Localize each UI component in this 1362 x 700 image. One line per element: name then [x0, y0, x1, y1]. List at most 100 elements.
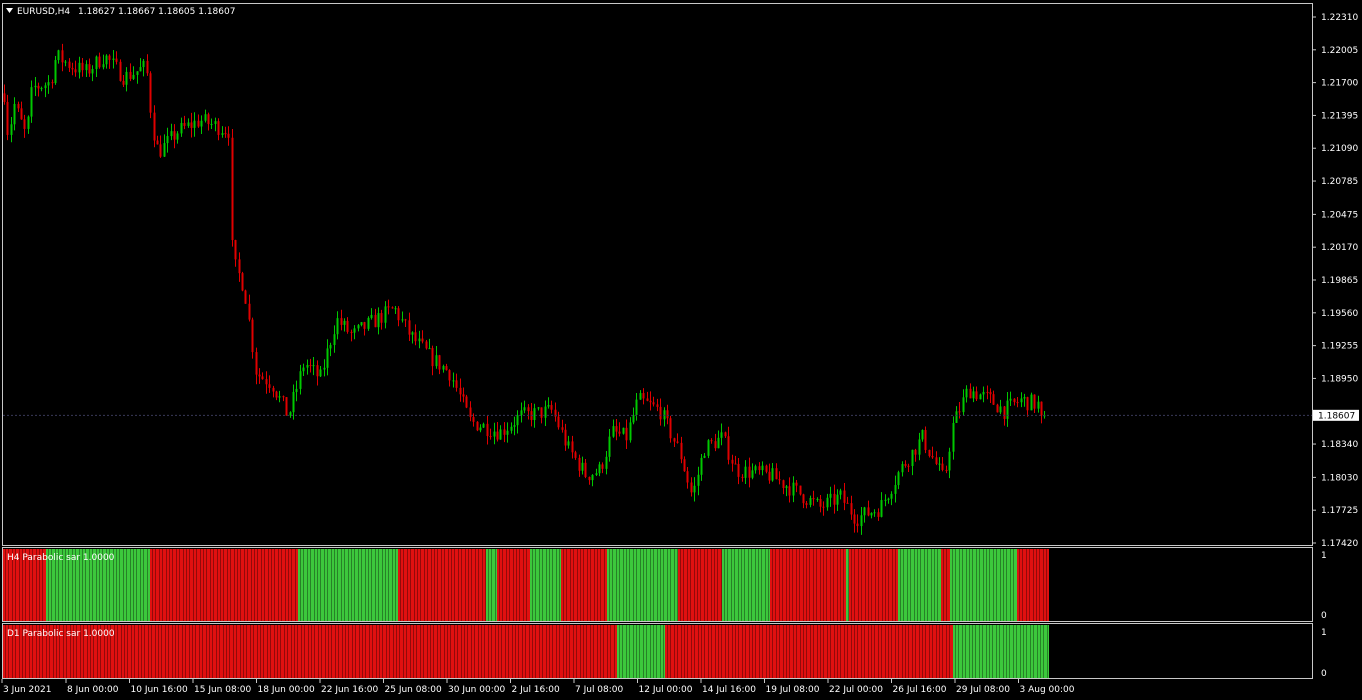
candle-body [380, 313, 383, 323]
candle-body [122, 80, 125, 85]
candle-body [326, 348, 329, 368]
candle-body [299, 371, 302, 389]
candle-body [737, 463, 740, 477]
candle-body [91, 69, 94, 74]
candle-body [904, 464, 907, 466]
candle-body [544, 406, 547, 418]
candle-body [605, 456, 608, 469]
candle-body [941, 463, 944, 470]
price-tick-label: 1.18950 [1321, 374, 1358, 384]
candle-body [166, 136, 169, 144]
candle-body [418, 338, 421, 342]
candle-body [578, 457, 581, 471]
candle-body [731, 459, 734, 464]
candle-body [625, 427, 628, 441]
candle-body [27, 116, 30, 129]
candle-body [57, 50, 60, 61]
candle-body [727, 436, 730, 460]
candle-body [561, 427, 564, 430]
time-tick-label: 12 Jul 00:00 [639, 685, 693, 695]
candle-body [261, 376, 264, 380]
time-tick-label: 22 Jun 16:00 [321, 685, 378, 695]
candle-body [132, 74, 135, 79]
chart-window[interactable]: EURUSD,H4 1.18627 1.18667 1.18605 1.1860… [0, 0, 1362, 700]
candle-body [397, 308, 400, 321]
candle-body [816, 498, 819, 500]
candle-body [635, 399, 638, 416]
candle-body [13, 103, 16, 125]
candle-body [88, 64, 91, 74]
candle-body [489, 436, 492, 438]
candle-body [659, 406, 662, 420]
candle-body [1020, 398, 1023, 403]
candle-body [523, 407, 526, 411]
candle-body [343, 320, 346, 325]
candle-body [979, 394, 982, 400]
candle-body [139, 67, 142, 72]
candle-body [78, 62, 81, 73]
candle-body [758, 466, 761, 471]
candle-body [448, 370, 451, 381]
candle-body [673, 438, 676, 442]
candle-body [853, 514, 856, 524]
candle-body [411, 332, 414, 335]
candle-body [255, 352, 258, 375]
candle-body [207, 114, 210, 125]
d1-sar-title: D1 Parabolic sar 1.0000 [7, 629, 115, 639]
candle-body [992, 394, 995, 405]
candle-body [608, 436, 611, 457]
candle-body [200, 120, 203, 127]
candle-body [1003, 406, 1006, 419]
candle-body [44, 85, 47, 89]
candle-body [924, 430, 927, 450]
candle-body [748, 466, 751, 478]
candle-body [962, 397, 965, 413]
candle-body [707, 440, 710, 456]
candle-body [224, 133, 227, 135]
candle-body [642, 393, 645, 399]
candle-body [272, 387, 275, 392]
sar-segment-down [941, 549, 950, 621]
candle-body [193, 120, 196, 128]
candle-body [540, 407, 543, 418]
ohlc-readout: 1.18627 1.18667 1.18605 1.18607 [78, 7, 235, 17]
candle-body [724, 432, 727, 437]
candle-body [183, 122, 186, 126]
candle-body [323, 367, 326, 370]
candle-body [894, 485, 897, 494]
candle-body [693, 485, 696, 493]
candle-body [98, 56, 101, 68]
candle-body [710, 440, 713, 442]
candle-body [465, 396, 468, 408]
candle-body [217, 121, 220, 135]
candle-body [513, 425, 516, 427]
candle-body [795, 482, 798, 486]
candle-body [333, 334, 336, 346]
candle-body [428, 348, 431, 350]
candle-body [717, 437, 720, 449]
candle-body [377, 313, 380, 328]
price-tick-label: 1.17420 [1321, 539, 1358, 549]
candle-body [785, 486, 788, 489]
candle-body [873, 512, 876, 514]
candle-body [652, 402, 655, 405]
candle-body [74, 69, 77, 73]
candle-body [829, 493, 832, 498]
candle-body [846, 502, 849, 504]
candle-body [584, 462, 587, 477]
candle-body [931, 456, 934, 458]
candle-body [204, 114, 207, 121]
candle-body [581, 462, 584, 471]
candle-body [510, 426, 513, 431]
candle-body [921, 430, 924, 440]
candle-body [370, 314, 373, 318]
candle-body [401, 319, 404, 321]
candle-body [744, 466, 747, 478]
candle-body [720, 432, 723, 438]
candle-body [421, 338, 424, 342]
candle-body [221, 133, 224, 135]
candle-body [809, 497, 812, 505]
candle-body [601, 464, 604, 469]
candle-body [734, 463, 737, 465]
sar-segment-down [770, 549, 846, 621]
